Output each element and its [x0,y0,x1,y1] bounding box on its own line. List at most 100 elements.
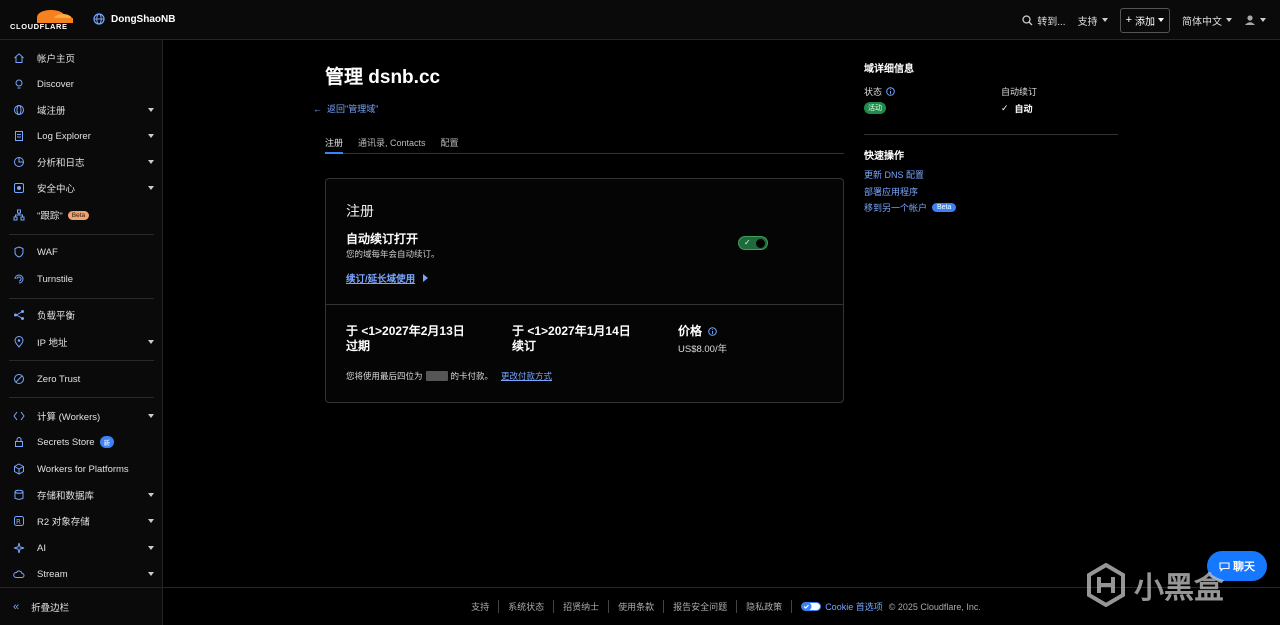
info-icon[interactable] [708,327,717,336]
registration-card: 注册 自动续订打开 您的域每年会自动续订。 续订/延长域使用 ✓ 于 <1>20… [325,178,844,403]
auto-renew-title: 自动续订打开 [346,232,419,246]
renewal-label: 续订 [512,339,537,353]
user-menu[interactable] [1244,14,1266,26]
move-account-link[interactable]: 移到另一个帐户 Beta [864,201,957,214]
chevron-down-icon [148,340,154,344]
sidebar-item-domain-registration[interactable]: 域注册 [0,99,163,121]
home-icon [13,52,25,64]
sidebar-item-stream[interactable]: Stream [0,563,163,585]
sidebar-item-load-balancing[interactable]: 负载平衡 [0,304,163,326]
auto-renew-description: 您的域每年会自动续订。 [346,249,440,259]
globe-icon [93,13,105,25]
sidebar-item-turnstile[interactable]: Turnstile [0,268,163,290]
chevron-down-icon [148,546,154,550]
turnstile-icon [13,273,25,285]
footer-link-careers[interactable]: 招贤纳士 [554,600,610,613]
sidebar-item-r2[interactable]: R R2 对象存储 [0,510,163,532]
payment-info: 您将使用最后四位为 的卡付款。 更改付款方式 [346,370,552,382]
shield-icon [13,246,25,258]
info-icon[interactable] [886,87,895,96]
sidebar-item-label: 计算 (Workers) [37,412,101,423]
change-payment-link[interactable]: 更改付款方式 [501,370,552,382]
chevron-down-icon [148,493,154,497]
sidebar-item-storage-databases[interactable]: 存储和数据库 [0,484,163,506]
sidebar-divider [9,234,154,235]
sidebar-item-label: "跟踪" [37,211,63,222]
cookie-preferences-link[interactable]: Cookie 首选项 [792,600,889,613]
sidebar-item-ip-addresses[interactable]: IP 地址 [0,331,163,353]
collapse-label: 折叠边栏 [31,602,70,614]
back-link[interactable]: ← 返回"管理域" [313,102,378,115]
deploy-app-link[interactable]: 部署应用程序 [864,185,918,198]
zero-trust-icon [13,373,25,385]
sidebar-item-label: WAF [37,246,58,258]
lightbulb-icon [13,78,25,90]
cloud-icon [13,568,25,580]
sidebar-item-label: Workers for Platforms [37,463,129,475]
update-dns-link[interactable]: 更新 DNS 配置 [864,168,924,181]
account-switcher[interactable]: DongShaoNB [93,13,175,25]
footer-link-terms[interactable]: 使用条款 [609,600,665,613]
chevron-down-icon [148,186,154,190]
sidebar-item-zero-trust[interactable]: Zero Trust [0,368,163,390]
tab-configuration[interactable]: 配置 [441,133,459,154]
sidebar-item-trace[interactable]: "跟踪" Beta [0,204,163,226]
search-icon [1022,14,1033,25]
sidebar-item-label: Log Explorer [37,130,91,142]
chevron-down-icon [1101,18,1108,22]
goto-button[interactable]: 转到... [1022,13,1066,28]
globe-icon [13,104,25,116]
trace-icon [13,209,25,221]
sidebar-item-security-center[interactable]: 安全中心 [0,177,163,199]
cloudflare-logo[interactable]: CLOUDFLARE [9,7,79,33]
sidebar-item-workers[interactable]: 计算 (Workers) [0,405,163,427]
footer-link-privacy[interactable]: 隐私政策 [737,600,793,613]
new-badge: 新 [99,436,115,448]
lock-icon [13,436,25,448]
expiry-label: 过期 [346,339,371,353]
heybox-logo-icon [1087,563,1125,607]
sidebar-item-label: Discover [37,78,74,90]
sidebar-item-label: Secrets Store [37,436,95,448]
tab-bar: 注册 通讯录, Contacts 配置 [325,133,844,154]
status-badge: 活动 [864,102,886,114]
add-button[interactable]: + 添加 [1119,7,1170,33]
sidebar-item-analytics[interactable]: 分析和日志 [0,151,163,173]
sidebar-item-discover[interactable]: Discover [0,73,163,95]
tab-registration[interactable]: 注册 [325,133,344,154]
sidebar-item-label: AI [37,542,46,554]
renew-extend-link[interactable]: 续订/延长域使用 [346,271,429,285]
sidebar-divider [9,298,154,299]
page-title: 管理 dsnb.cc [325,67,441,88]
sidebar-item-label: 存储和数据库 [37,491,95,502]
check-icon: ✓ [1001,103,1009,113]
check-icon: ✓ [744,238,751,247]
footer-link-status[interactable]: 系统状态 [499,600,555,613]
sidebar-item-account-home[interactable]: 帐户主页 [0,47,163,69]
cube-icon [13,463,25,475]
sidebar-item-label: Stream [37,568,68,580]
sidebar-item-secrets-store[interactable]: Secrets Store 新 [0,431,163,453]
sidebar-item-label: 安全中心 [37,184,76,195]
support-menu[interactable]: 支持 [1078,13,1108,28]
auto-renew-label: 自动续订 [1001,87,1038,97]
location-icon [13,336,25,348]
document-icon [13,130,25,142]
sidebar-item-workers-for-platforms[interactable]: Workers for Platforms [0,458,163,480]
sidebar-item-label: IP 地址 [37,338,68,349]
language-menu[interactable]: 简体中文 [1182,13,1232,28]
chevron-down-icon [148,414,154,418]
footer-link-security[interactable]: 报告安全问题 [664,600,738,613]
sidebar-item-waf[interactable]: WAF [0,241,163,263]
status-label: 状态 [864,87,883,97]
footer-link-support[interactable]: 支持 [462,600,500,613]
chevron-down-icon [148,519,154,523]
collapse-sidebar-button[interactable]: « 折叠边栏 [0,587,163,625]
sidebar-item-ai[interactable]: AI [0,537,163,559]
sidebar-item-log-explorer[interactable]: Log Explorer [0,125,163,147]
sidebar-item-label: 域注册 [37,106,66,117]
chevron-down-icon [148,108,154,112]
tab-contacts[interactable]: 通讯录, Contacts [358,133,426,154]
svg-text:R: R [16,518,21,526]
auto-renew-toggle[interactable]: ✓ [738,236,768,250]
